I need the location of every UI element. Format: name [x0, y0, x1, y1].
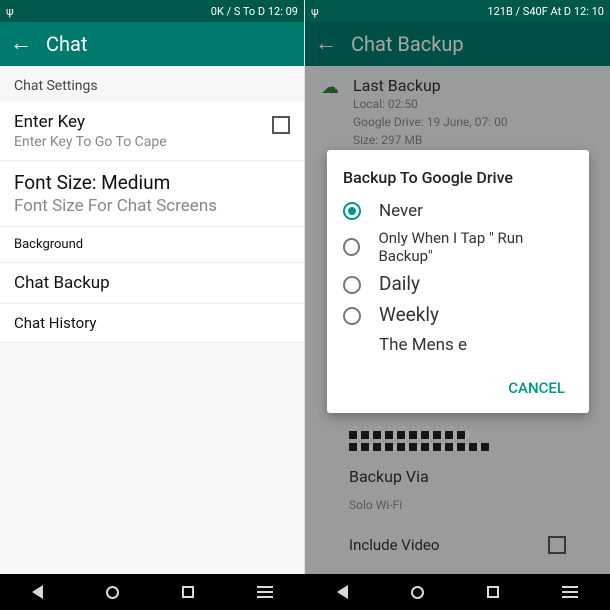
option-monthly[interactable]: The Mens e — [343, 335, 573, 355]
nav-home-icon[interactable] — [411, 586, 424, 599]
row-enter-key[interactable]: Enter Key Enter Key To Go To Cape — [0, 102, 304, 161]
option-weekly[interactable]: Weekly — [343, 304, 573, 327]
option-never[interactable]: Never — [343, 201, 573, 221]
back-icon[interactable]: ← — [10, 33, 32, 55]
nav-menu-icon[interactable] — [257, 586, 273, 598]
row-title: Font Size: Medium — [14, 171, 290, 194]
radio-icon[interactable] — [343, 202, 361, 220]
navbar-left — [0, 574, 305, 610]
radio-icon[interactable] — [343, 307, 361, 325]
statusbar-left: ψ 0K / S To D 12: 09 — [0, 0, 304, 22]
checkbox-enter-key[interactable] — [272, 116, 290, 134]
row-wallpaper[interactable]: Background — [0, 227, 304, 263]
status-text: 0K / S To D 12: 09 — [211, 5, 298, 18]
radio-icon[interactable] — [343, 276, 361, 294]
option-label: Only When I Tap " Run Backup" — [378, 229, 573, 265]
row-chat-backup[interactable]: Chat Backup — [0, 263, 304, 304]
usb-icon: ψ — [311, 5, 319, 18]
nav-recent-icon[interactable] — [182, 586, 194, 598]
dialog-title: Backup To Google Drive — [343, 168, 573, 187]
option-when-tap[interactable]: Only When I Tap " Run Backup" — [343, 229, 573, 265]
row-title: Enter Key — [14, 112, 290, 132]
section-header: Chat Settings — [0, 66, 304, 102]
nav-menu-icon[interactable] — [562, 586, 578, 598]
statusbar-right: ψ 121B / S40F At D 12: 10 — [305, 0, 610, 22]
row-sub: Enter Key To Go To Cape — [14, 134, 290, 150]
row-chat-history[interactable]: Chat History — [0, 304, 304, 343]
row-font-size[interactable]: Font Size: Medium Font Size For Chat Scr… — [0, 161, 304, 227]
option-daily[interactable]: Daily — [343, 273, 573, 296]
nav-back-icon[interactable] — [337, 585, 348, 599]
option-label: Never — [379, 201, 423, 221]
navbar-right — [305, 574, 610, 610]
status-text: 121B / S40F At D 12: 10 — [487, 5, 604, 18]
row-sub: Font Size For Chat Screens — [14, 196, 290, 216]
row-title: Chat Backup — [14, 273, 290, 293]
page-title: Chat — [46, 32, 87, 56]
row-title: Background — [14, 237, 290, 252]
usb-icon: ψ — [6, 5, 14, 18]
nav-recent-icon[interactable] — [487, 586, 499, 598]
appbar-chat: ← Chat — [0, 22, 304, 66]
radio-icon[interactable] — [343, 238, 360, 256]
nav-home-icon[interactable] — [106, 586, 119, 599]
option-label: Weekly — [379, 304, 439, 327]
chat-settings-list: Chat Settings Enter Key Enter Key To Go … — [0, 66, 304, 574]
option-label: Daily — [379, 273, 420, 296]
row-title: Chat History — [14, 314, 290, 332]
nav-back-icon[interactable] — [32, 585, 43, 599]
cancel-button[interactable]: CANCEL — [343, 373, 573, 403]
option-label: The Mens e — [379, 335, 467, 355]
backup-frequency-dialog: Backup To Google Drive Never Only When I… — [327, 150, 589, 413]
